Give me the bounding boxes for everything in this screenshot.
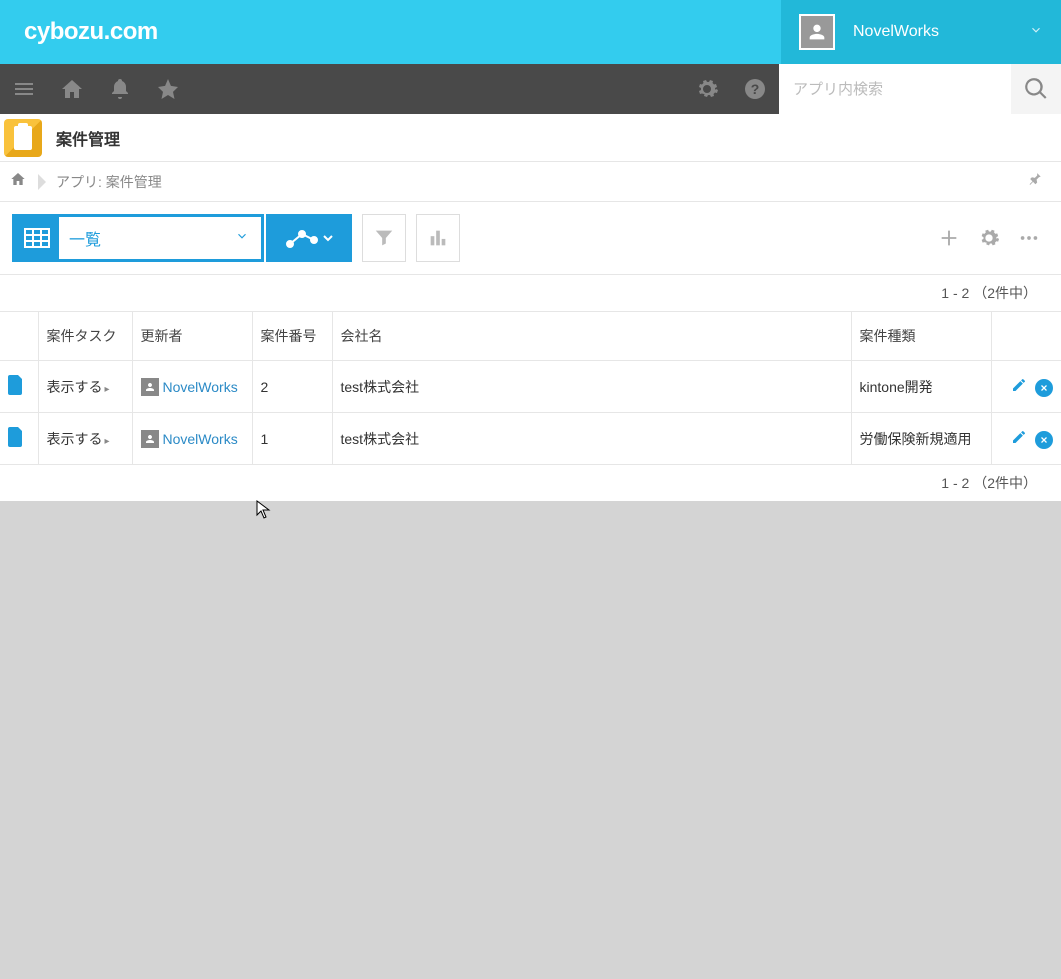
search-box[interactable] [779,64,1011,114]
bell-icon[interactable] [96,64,144,114]
graph-button[interactable] [266,214,352,262]
user-icon [141,430,159,448]
settings-button[interactable] [969,227,1009,249]
chart-button[interactable] [416,214,460,262]
nav-bar: ? [0,64,1061,114]
col-type[interactable]: 案件種類 [851,312,991,361]
col-company[interactable]: 会社名 [332,312,851,361]
cursor-icon [256,500,272,525]
more-button[interactable] [1009,227,1049,249]
top-bar: cybozu.com NovelWorks [0,0,1061,64]
cell-number: 1 [252,413,332,465]
edit-icon[interactable] [1011,380,1027,396]
cell-company: test株式会社 [332,413,851,465]
user-icon [141,378,159,396]
brand-logo[interactable]: cybozu.com [0,18,158,46]
chevron-down-icon [235,229,261,248]
pager-bottom: 1 - 2 （2件中） [0,465,1061,501]
table-icon [15,217,59,259]
help-icon[interactable]: ? [731,64,779,114]
edit-icon[interactable] [1011,432,1027,448]
add-button[interactable] [929,227,969,249]
chevron-down-icon [1029,23,1043,42]
cell-type: kintone開発 [851,361,991,413]
user-menu[interactable]: NovelWorks [781,0,1061,64]
filter-button[interactable] [362,214,406,262]
toolbar: 一覧 [0,202,1061,275]
col-number[interactable]: 案件番号 [252,312,332,361]
view-label: 一覧 [59,226,235,250]
document-icon[interactable] [8,434,24,450]
breadcrumb-text[interactable]: アプリ: 案件管理 [56,172,162,192]
show-link[interactable]: 表示する [47,431,110,447]
breadcrumb-home-icon[interactable] [10,171,26,192]
table-row: 表示する NovelWorks 2test株式会社kintone開発 [0,361,1061,413]
show-link[interactable]: 表示する [47,379,110,395]
app-title: 案件管理 [56,126,120,150]
breadcrumb: アプリ: 案件管理 [0,162,1061,202]
star-icon[interactable] [144,64,192,114]
gear-icon[interactable] [683,64,731,114]
app-header: 案件管理 [0,114,1061,162]
delete-icon[interactable] [1035,379,1053,397]
home-icon[interactable] [48,64,96,114]
cell-number: 2 [252,361,332,413]
updater-link[interactable]: NovelWorks [163,431,238,447]
document-icon[interactable] [8,382,24,398]
delete-icon[interactable] [1035,431,1053,449]
search-input[interactable] [793,81,997,98]
view-selector[interactable]: 一覧 [12,214,264,262]
pin-icon[interactable] [1029,172,1043,191]
pager-top: 1 - 2 （2件中） [0,275,1061,312]
user-name: NovelWorks [853,23,1029,41]
breadcrumb-separator-icon [38,174,46,190]
svg-text:?: ? [751,81,760,97]
col-updater[interactable]: 更新者 [132,312,252,361]
app-icon [4,119,42,157]
cell-type: 労働保険新規適用 [851,413,991,465]
menu-icon[interactable] [0,64,48,114]
avatar-icon [799,14,835,50]
updater-link[interactable]: NovelWorks [163,379,238,395]
col-task[interactable]: 案件タスク [38,312,132,361]
search-button[interactable] [1011,64,1061,114]
record-table: 案件タスク 更新者 案件番号 会社名 案件種類 表示する NovelWorks 2t… [0,312,1061,465]
table-row: 表示する NovelWorks 1test株式会社労働保険新規適用 [0,413,1061,465]
cell-company: test株式会社 [332,361,851,413]
